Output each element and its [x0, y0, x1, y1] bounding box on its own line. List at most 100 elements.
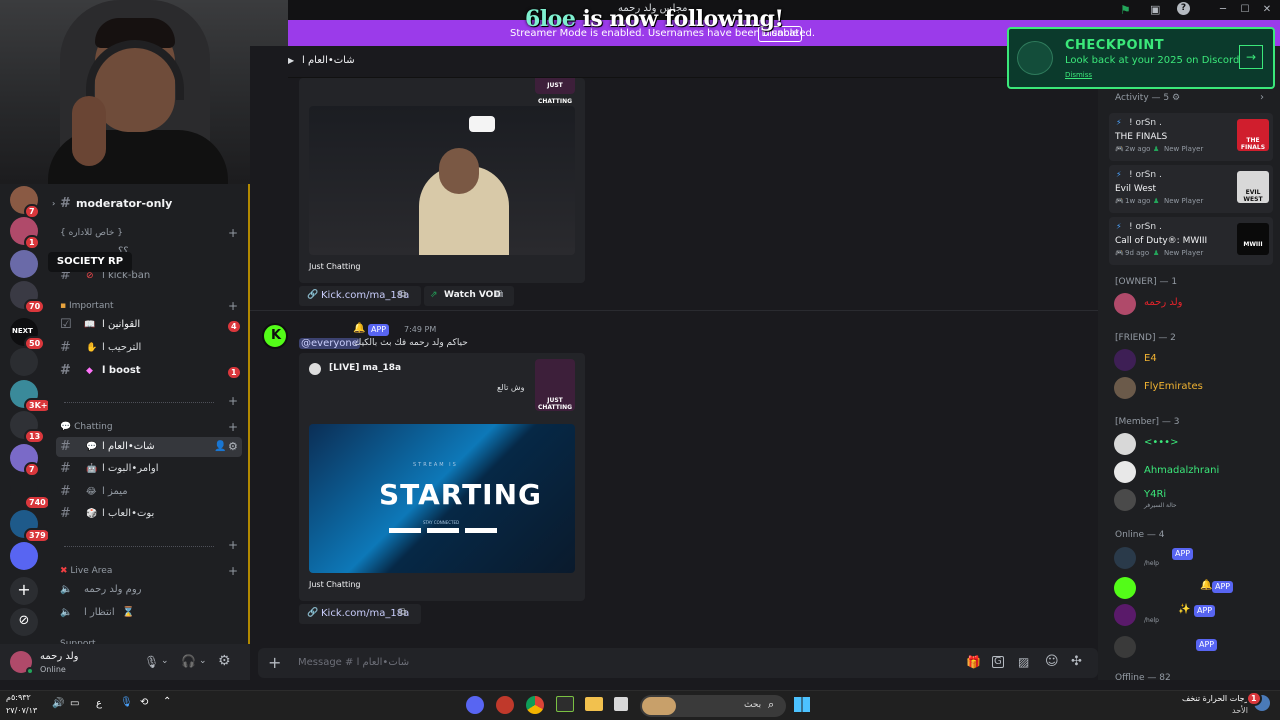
channel-boost[interactable]: # ◆ ا boost 1: [56, 361, 242, 381]
minimize-button[interactable]: ─: [1216, 4, 1230, 16]
clock-date[interactable]: ٢٧/٠٧/١٣: [6, 706, 37, 715]
chevron-left-icon[interactable]: ▶: [288, 56, 294, 65]
member-3[interactable]: Y4Ri حالة السيرفر: [1114, 487, 1274, 513]
kick-bot-avatar[interactable]: K: [262, 323, 288, 349]
mic-tray-icon[interactable]: 🎙: [120, 697, 133, 708]
member-owner[interactable]: ولد رحمه: [1114, 291, 1274, 317]
member-friend-2[interactable]: FlyEmirates: [1114, 375, 1274, 401]
discover-icon[interactable]: ⊘: [10, 608, 38, 636]
settings-gear-icon[interactable]: ⚙: [218, 653, 231, 669]
discord-taskbar-icon[interactable]: [466, 696, 484, 714]
channel-general-selected[interactable]: # 💬 شات•العام ا 👤 ⚙: [56, 437, 242, 457]
chrome-icon[interactable]: [526, 696, 544, 714]
gear-icon[interactable]: ⚙: [228, 437, 238, 457]
server-icon[interactable]: [10, 542, 38, 570]
app-taskbar-icon[interactable]: [496, 696, 514, 714]
member-friend-1[interactable]: E4: [1114, 347, 1274, 373]
windows-start-icon[interactable]: [794, 696, 810, 712]
server-icon[interactable]: 7: [10, 444, 40, 477]
everyone-mention[interactable]: @everyone: [299, 338, 360, 349]
sync-tray-icon[interactable]: ⟲: [140, 697, 148, 708]
channel-memes[interactable]: # 😂 ميمز ا: [56, 482, 242, 502]
server-icon[interactable]: [10, 250, 38, 278]
maximize-button[interactable]: ☐: [1238, 4, 1252, 16]
server-icon[interactable]: 740: [10, 477, 51, 510]
add-attachment-icon[interactable]: +: [268, 653, 281, 672]
server-icon[interactable]: 1: [10, 217, 40, 250]
kick-link-button-2[interactable]: 🔗 Kick.com/ma_18a ⧉: [299, 604, 421, 624]
server-icon[interactable]: 7: [10, 186, 40, 219]
emoji-icon[interactable]: ☺: [1045, 654, 1059, 669]
online-bot-4[interactable]: APP: [1114, 634, 1274, 660]
microphone-icon[interactable]: 🎙: [144, 655, 159, 669]
voice-channel-1[interactable]: 🔈 روم ولد رحمه: [56, 580, 242, 600]
channel-games[interactable]: # 🎲 بوت•العاب ا: [56, 504, 242, 524]
channel-name: بوت•العاب ا: [102, 508, 155, 519]
category-important[interactable]: ▪ Important: [60, 301, 114, 311]
add-channel-icon[interactable]: +: [228, 226, 238, 240]
close-window-button[interactable]: ✕: [1260, 4, 1274, 16]
channel-bot-commands[interactable]: # 🤖 اوامر•البوت ا: [56, 459, 242, 479]
chevron-right-icon[interactable]: ›: [1260, 92, 1264, 103]
channel-rules[interactable]: ☑ 📖 القوانين ا 4: [56, 315, 242, 335]
stream-preview-image[interactable]: STREAM IS STARTING STAY CONNECTED: [309, 424, 575, 573]
member-2[interactable]: Ahmadalzhrani: [1114, 459, 1274, 485]
channel-welcome[interactable]: # ✋ الترحيب ا: [56, 338, 242, 358]
member-1[interactable]: <•••>: [1114, 431, 1274, 457]
chevron-down-icon[interactable]: ⌄: [161, 656, 169, 666]
terminal-icon[interactable]: [556, 696, 574, 712]
help-icon[interactable]: ?: [1177, 2, 1190, 15]
network-icon[interactable]: ▭: [70, 698, 79, 709]
invite-icon[interactable]: 👤: [214, 437, 226, 457]
stream-preview-image[interactable]: [309, 106, 575, 255]
chevron-icon: ›: [52, 199, 56, 208]
flag-icon[interactable]: ⚑: [1120, 3, 1131, 17]
add-channel-icon[interactable]: +: [228, 564, 238, 578]
headphones-icon[interactable]: 🎧: [181, 654, 196, 668]
add-channel-icon[interactable]: +: [228, 538, 238, 552]
arrow-right-icon[interactable]: →: [1239, 45, 1263, 69]
apps-icon[interactable]: ✣: [1071, 654, 1082, 669]
add-server-icon[interactable]: +: [10, 577, 38, 605]
online-bot-1[interactable]: APP/help: [1114, 545, 1274, 571]
add-channel-icon[interactable]: +: [228, 420, 238, 434]
message-input[interactable]: Message # شات•العام ا: [298, 657, 409, 668]
checkpoint-banner[interactable]: CHECKPOINT Look back at your 2025 on Dis…: [1007, 27, 1275, 89]
gif-icon[interactable]: G: [992, 656, 1004, 668]
activity-card[interactable]: ⚡ ! orSn . Call of Duty®: MWIII 🎮 9d ago ♟ New…: [1109, 217, 1273, 265]
chevron-up-icon[interactable]: ⌃: [163, 696, 171, 707]
kick-link-button-1[interactable]: 🔗 Kick.com/ma_18a ⧉: [299, 286, 421, 306]
add-channel-icon[interactable]: +: [228, 394, 238, 408]
app-window-icon[interactable]: [614, 697, 628, 711]
voice-channel-2[interactable]: 🔈 انتظار ا ⌛: [56, 603, 242, 623]
file-explorer-icon[interactable]: [585, 697, 603, 711]
speaker-icon[interactable]: 🔊: [52, 698, 64, 709]
live-title[interactable]: [LIVE] ma_18a: [329, 363, 401, 373]
server-icon[interactable]: [10, 348, 38, 376]
add-channel-icon[interactable]: +: [228, 299, 238, 313]
clock-time[interactable]: ٥:٩٣٢م: [6, 693, 31, 702]
sticker-icon[interactable]: ▨: [1018, 655, 1029, 669]
category-live-area[interactable]: ✖ Live Area: [60, 566, 112, 576]
server-icon[interactable]: 70: [10, 281, 46, 314]
checkpoint-dismiss[interactable]: Dismiss: [1065, 71, 1092, 79]
gear-icon[interactable]: ⚙: [1172, 93, 1180, 103]
gift-icon[interactable]: 🎁: [966, 655, 981, 669]
online-bot-3[interactable]: ✨ APP/help: [1114, 602, 1274, 628]
server-icon[interactable]: 3K+: [10, 380, 53, 413]
category-private[interactable]: { خاص للاداره }: [60, 228, 123, 238]
server-icon[interactable]: 379: [10, 510, 51, 543]
channel-moderator-only[interactable]: › # moderator-only: [52, 194, 242, 214]
online-bot-kick[interactable]: 🔔 APP: [1114, 575, 1274, 601]
activity-card[interactable]: ⚡ ! orSn . THE FINALS 🎮 2w ago ♟ New Player THE…: [1109, 113, 1273, 161]
app-badge: APP: [1212, 581, 1234, 593]
language-indicator[interactable]: ع: [96, 698, 102, 709]
inbox-icon[interactable]: ▣: [1150, 3, 1160, 16]
search-box[interactable]: بحث ⌕: [640, 695, 786, 717]
server-icon[interactable]: 13: [10, 411, 46, 444]
server-icon[interactable]: NEXT 50: [10, 318, 46, 351]
watch-vod-button[interactable]: ⇗ Watch VOD ⧉: [424, 286, 514, 306]
chevron-down-icon[interactable]: ⌄: [199, 656, 207, 666]
category-chatting[interactable]: 💬 Chatting: [60, 422, 113, 432]
activity-card[interactable]: ⚡ ! orSn . Evil West 🎮 1w ago ♟ New Player EVIL…: [1109, 165, 1273, 213]
